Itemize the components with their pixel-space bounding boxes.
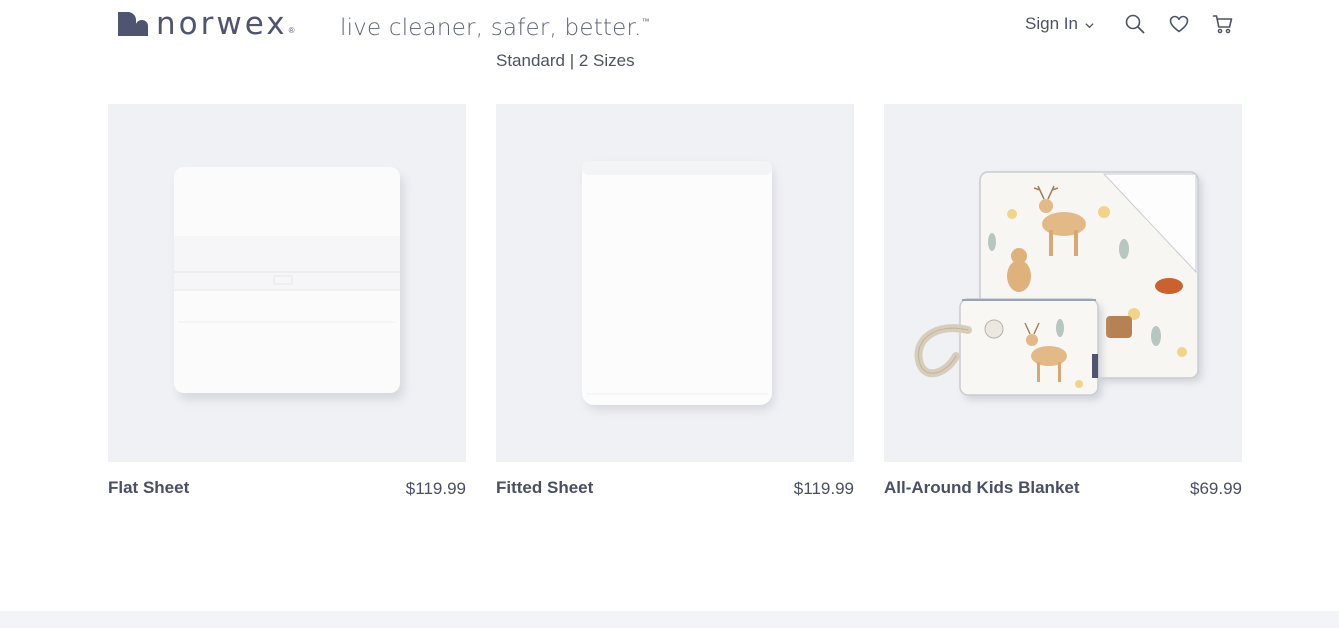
sign-in-button[interactable]: Sign In [1025, 14, 1095, 34]
trademark-mark: ™ [641, 17, 650, 26]
site-header: norwex ® live cleaner, safer, better.™ S… [0, 0, 1339, 52]
logo-mark-icon [118, 12, 148, 36]
product-price: $69.99 [1190, 479, 1242, 498]
product-image-kids-blanket[interactable] [884, 104, 1242, 462]
folded-sheet-image [174, 167, 404, 400]
chevron-down-icon [1085, 23, 1094, 29]
search-icon[interactable] [1124, 13, 1146, 35]
folded-sheet-image [582, 161, 774, 410]
cart-icon[interactable] [1212, 13, 1234, 35]
product-name[interactable]: Fitted Sheet [496, 478, 593, 498]
footer-band [0, 611, 1339, 628]
product-name[interactable]: Flat Sheet [108, 478, 189, 498]
product-card-kids-blanket[interactable]: All-Around Kids Blanket $69.99 [884, 104, 1242, 504]
product-card-fitted-sheet[interactable]: Fitted Sheet $119.99 [496, 104, 854, 504]
heart-icon[interactable] [1168, 13, 1190, 35]
product-image-fitted-sheet[interactable] [496, 104, 854, 462]
logo-registered-mark: ® [288, 26, 295, 35]
logo-wordmark: norwex [156, 6, 288, 42]
product-price: $119.99 [405, 479, 466, 498]
product-name[interactable]: All-Around Kids Blanket [884, 478, 1080, 498]
product-price: $119.99 [793, 479, 854, 498]
product-card-flat-sheet[interactable]: Flat Sheet $119.99 [108, 104, 466, 504]
norwex-logo[interactable]: norwex ® [116, 6, 295, 42]
brand-tagline: live cleaner, safer, better.™ [340, 15, 650, 41]
sign-in-label: Sign In [1025, 14, 1078, 33]
product-image-flat-sheet[interactable] [108, 104, 466, 462]
woodland-blanket-image [914, 171, 1202, 400]
product-variant-subtitle: Standard | 2 Sizes [496, 51, 635, 70]
product-grid: Flat Sheet $119.99 Fitted Sheet $119.99 [108, 104, 1242, 504]
